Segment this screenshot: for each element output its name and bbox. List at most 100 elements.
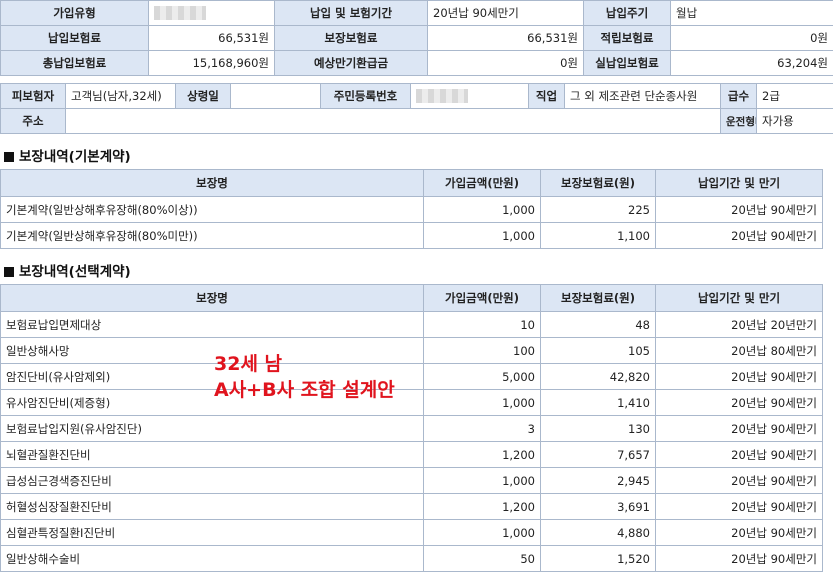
policy-row: 총납입보험료15,168,960원예상만기환급금0원실납입보험료63,204원 [1, 51, 833, 76]
coverage-row: 보험료납입면제대상104820년납 20년만기 [1, 312, 823, 338]
coverage-row: 일반상해수술비501,52020년납 90세만기 [1, 546, 823, 572]
coverage-name: 보험료납입면제대상 [1, 312, 424, 338]
black-square-icon [4, 152, 14, 162]
col-header-period: 납입기간 및 만기 [656, 170, 823, 197]
coverage-period: 20년납 20년만기 [656, 312, 823, 338]
age-label: 상령일 [176, 84, 231, 109]
coverage-name: 뇌혈관질환진단비 [1, 442, 424, 468]
drive-type-value: 자가용 [757, 109, 833, 134]
id-number-label: 주민등록번호 [321, 84, 411, 109]
coverage-premium: 105 [541, 338, 656, 364]
col-header-period: 납입기간 및 만기 [656, 285, 823, 312]
coverage-row: 유사암진단비(제증형)1,0001,41020년납 90세만기 [1, 390, 823, 416]
coverage-premium: 3,691 [541, 494, 656, 520]
col-header-amount: 가입금액(만원) [424, 285, 541, 312]
coverage-premium: 225 [541, 197, 656, 223]
policy-value: 66,531원 [428, 26, 584, 51]
coverage-amount: 1,000 [424, 223, 541, 249]
coverage-period: 20년납 90세만기 [656, 416, 823, 442]
coverage-amount: 3 [424, 416, 541, 442]
coverage-row: 기본계약(일반상해후유장해(80%이상))1,00022520년납 90세만기 [1, 197, 823, 223]
policy-value: 15,168,960원 [149, 51, 275, 76]
optional-coverage-table: 보장명 가입금액(만원) 보장보험료(원) 납입기간 및 만기 보험료납입면제대… [0, 284, 823, 572]
coverage-amount: 100 [424, 338, 541, 364]
policy-label: 납입보험료 [1, 26, 149, 51]
policy-value [149, 1, 275, 26]
coverage-amount: 1,000 [424, 197, 541, 223]
coverage-name: 기본계약(일반상해후유장해(80%미만)) [1, 223, 424, 249]
col-header-coverage-name: 보장명 [1, 285, 424, 312]
policy-label: 총납입보험료 [1, 51, 149, 76]
coverage-row: 기본계약(일반상해후유장해(80%미만))1,0001,10020년납 90세만… [1, 223, 823, 249]
col-header-premium: 보장보험료(원) [541, 170, 656, 197]
coverage-premium: 7,657 [541, 442, 656, 468]
policy-label: 적립보험료 [584, 26, 671, 51]
coverage-premium: 2,945 [541, 468, 656, 494]
coverage-period: 20년납 90세만기 [656, 520, 823, 546]
coverage-period: 20년납 90세만기 [656, 223, 823, 249]
policy-value: 66,531원 [149, 26, 275, 51]
policy-value: 20년납 90세만기 [428, 1, 584, 26]
coverage-period: 20년납 90세만기 [656, 364, 823, 390]
age-value [231, 84, 321, 109]
job-value: 그 외 제조관련 단순종사원 [565, 84, 721, 109]
grade-label: 급수 [721, 84, 757, 109]
coverage-amount: 5,000 [424, 364, 541, 390]
coverage-amount: 10 [424, 312, 541, 338]
coverage-amount: 1,200 [424, 494, 541, 520]
policy-label: 예상만기환급금 [275, 51, 428, 76]
coverage-name: 일반상해수술비 [1, 546, 424, 572]
annotation-line-2: A사+B사 조합 설계안 [214, 377, 395, 403]
policy-label: 납입 및 보험기간 [275, 1, 428, 26]
optional-coverage-heading: 보장내역(선택계약) [4, 260, 131, 280]
coverage-premium: 48 [541, 312, 656, 338]
address-value [66, 109, 721, 134]
col-header-coverage-name: 보장명 [1, 170, 424, 197]
coverage-amount: 1,200 [424, 442, 541, 468]
basic-coverage-heading: 보장내역(기본계약) [4, 145, 131, 165]
annotation-line-1: 32세 남 [214, 351, 395, 377]
policy-row: 가입유형 납입 및 보험기간20년납 90세만기납입주기월납 [1, 1, 833, 26]
coverage-period: 20년납 90세만기 [656, 442, 823, 468]
masked-value [154, 6, 206, 20]
coverage-name: 심혈관특정질환Ⅰ진단비 [1, 520, 424, 546]
insured-name: 고객님(남자,32세) [66, 84, 176, 109]
insured-info-table: 피보험자 고객님(남자,32세) 상령일 주민등록번호 직업 그 외 제조관련 … [0, 83, 833, 134]
policy-value: 월납 [671, 1, 833, 26]
coverage-period: 20년납 80세만기 [656, 338, 823, 364]
optional-coverage-title: 보장내역(선택계약) [19, 264, 131, 280]
coverage-premium: 42,820 [541, 364, 656, 390]
policy-label: 보장보험료 [275, 26, 428, 51]
coverage-row: 심혈관특정질환Ⅰ진단비1,0004,88020년납 90세만기 [1, 520, 823, 546]
coverage-row: 허혈성심장질환진단비1,2003,69120년납 90세만기 [1, 494, 823, 520]
coverage-name: 급성심근경색증진단비 [1, 468, 424, 494]
grade-value: 2급 [757, 84, 833, 109]
coverage-row: 뇌혈관질환진단비1,2007,65720년납 90세만기 [1, 442, 823, 468]
annotation-overlay: 32세 남 A사+B사 조합 설계안 [214, 351, 395, 403]
coverage-amount: 1,000 [424, 390, 541, 416]
coverage-premium: 1,410 [541, 390, 656, 416]
coverage-period: 20년납 90세만기 [656, 390, 823, 416]
policy-label: 납입주기 [584, 1, 671, 26]
col-header-premium: 보장보험료(원) [541, 285, 656, 312]
coverage-amount: 50 [424, 546, 541, 572]
policy-row: 납입보험료66,531원보장보험료66,531원적립보험료0원 [1, 26, 833, 51]
coverage-amount: 1,000 [424, 468, 541, 494]
coverage-row: 급성심근경색증진단비1,0002,94520년납 90세만기 [1, 468, 823, 494]
coverage-premium: 4,880 [541, 520, 656, 546]
policy-value: 0원 [671, 26, 833, 51]
black-square-icon [4, 267, 14, 277]
basic-coverage-table: 보장명 가입금액(만원) 보장보험료(원) 납입기간 및 만기 기본계약(일반상… [0, 169, 823, 249]
coverage-row: 암진단비(유사암제외)5,00042,82020년납 90세만기 [1, 364, 823, 390]
coverage-amount: 1,000 [424, 520, 541, 546]
coverage-premium: 130 [541, 416, 656, 442]
col-header-amount: 가입금액(만원) [424, 170, 541, 197]
coverage-name: 기본계약(일반상해후유장해(80%이상)) [1, 197, 424, 223]
coverage-name: 보험료납입지원(유사암진단) [1, 416, 424, 442]
coverage-premium: 1,100 [541, 223, 656, 249]
coverage-name: 허혈성심장질환진단비 [1, 494, 424, 520]
policy-label: 가입유형 [1, 1, 149, 26]
policy-value: 0원 [428, 51, 584, 76]
coverage-row: 일반상해사망10010520년납 80세만기 [1, 338, 823, 364]
insured-label: 피보험자 [1, 84, 66, 109]
